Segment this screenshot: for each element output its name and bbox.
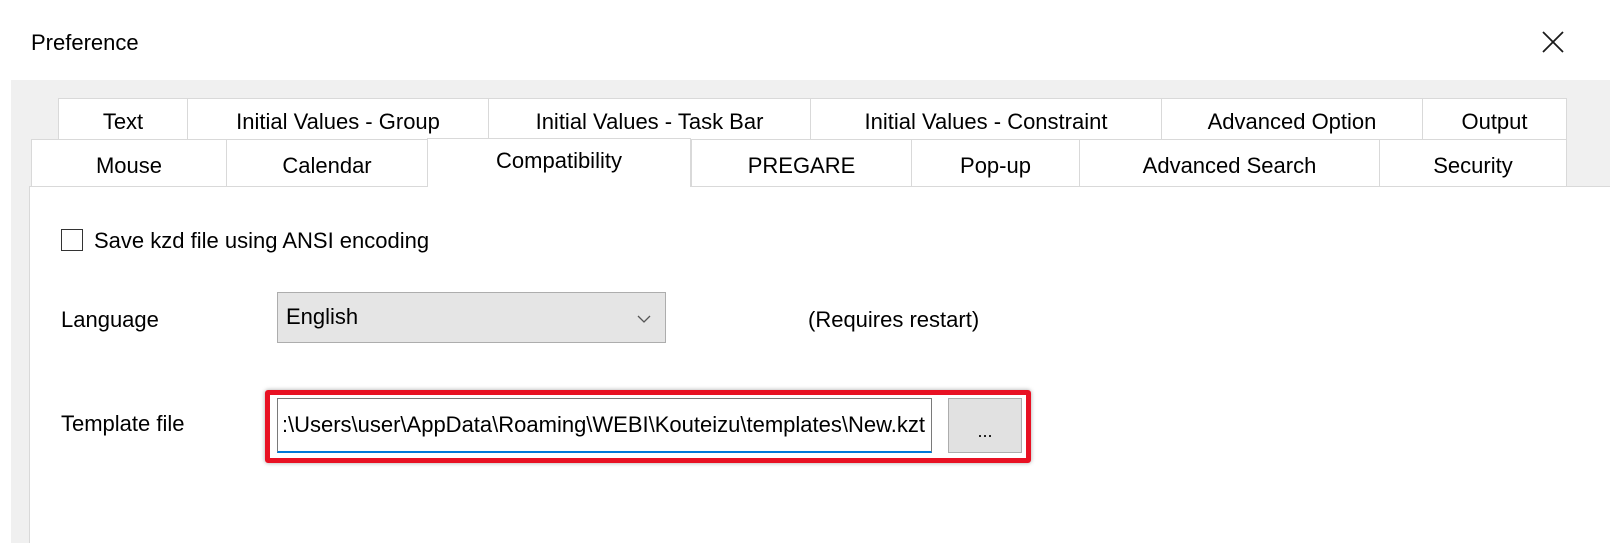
language-select[interactable]: English xyxy=(277,292,666,343)
tab-text[interactable]: Text xyxy=(58,98,187,140)
title-bar: Preference xyxy=(11,0,1610,80)
preference-dialog: Preference Text Initial Values - Group I… xyxy=(11,0,1610,543)
language-label: Language xyxy=(61,307,159,332)
screenshot-page: Preference Text Initial Values - Group I… xyxy=(0,0,1610,543)
tab-compatibility[interactable]: Compatibility xyxy=(427,138,691,187)
tab-calendar[interactable]: Calendar xyxy=(226,139,427,186)
tab-mouse[interactable]: Mouse xyxy=(31,139,226,186)
template-file-label: Template file xyxy=(61,411,185,436)
browse-button-label: ... xyxy=(977,421,993,441)
template-file-input[interactable] xyxy=(277,398,932,453)
tab-output[interactable]: Output xyxy=(1422,98,1567,140)
browse-button[interactable]: ... xyxy=(948,398,1022,453)
tab-pop-up[interactable]: Pop-up xyxy=(911,139,1079,186)
tab-initial-values-constraint[interactable]: Initial Values - Constraint xyxy=(810,98,1161,140)
tab-initial-values-group[interactable]: Initial Values - Group xyxy=(187,98,488,140)
close-icon xyxy=(1542,31,1564,53)
tab-advanced-option[interactable]: Advanced Option xyxy=(1161,98,1422,140)
tab-initial-values-task-bar[interactable]: Initial Values - Task Bar xyxy=(488,98,810,140)
requires-restart-note: (Requires restart) xyxy=(808,307,980,332)
tab-pregare[interactable]: PREGARE xyxy=(691,139,911,186)
ansi-encoding-checkbox[interactable] xyxy=(61,229,83,251)
ansi-encoding-label: Save kzd file using ANSI encoding xyxy=(94,228,430,253)
chevron-down-icon xyxy=(637,311,651,329)
close-button[interactable] xyxy=(1533,22,1573,62)
tab-security[interactable]: Security xyxy=(1379,139,1567,186)
language-selected-value: English xyxy=(286,304,359,329)
dialog-title: Preference xyxy=(31,30,139,55)
tab-advanced-search[interactable]: Advanced Search xyxy=(1079,139,1379,186)
